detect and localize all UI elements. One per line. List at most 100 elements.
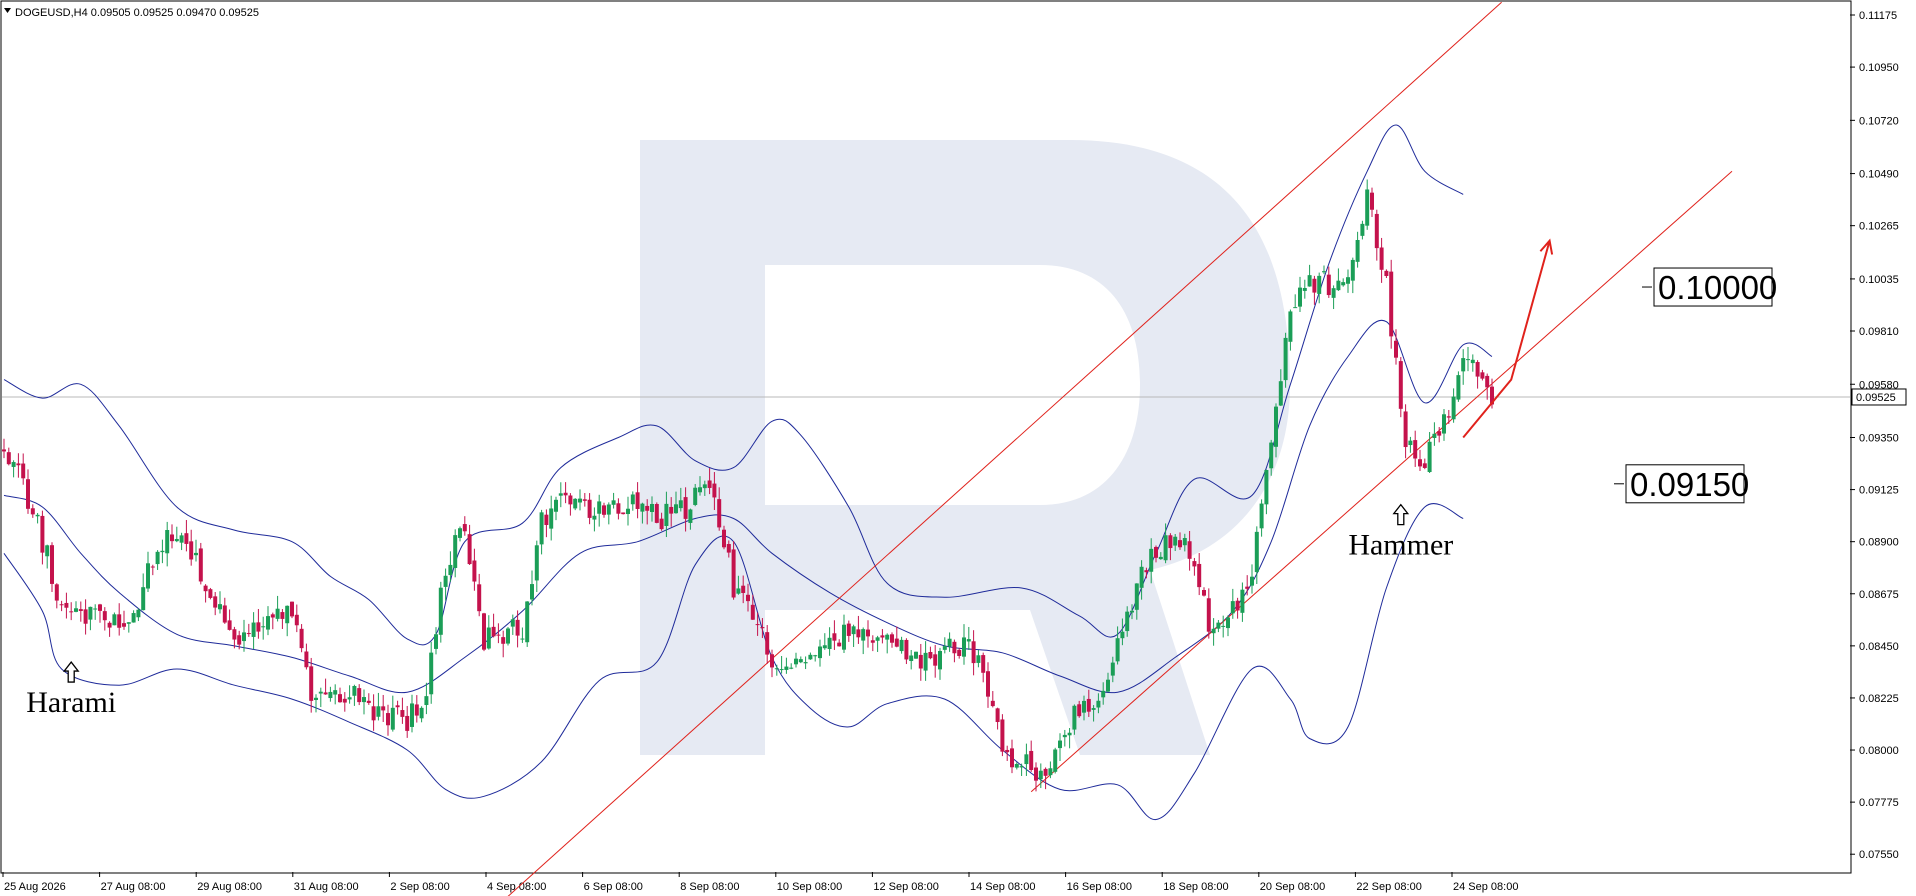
- candle: [837, 639, 842, 647]
- candle: [323, 678, 328, 695]
- candle-body: [966, 639, 971, 642]
- candle: [1341, 278, 1346, 287]
- candle-body: [683, 497, 688, 519]
- candle-body: [554, 499, 558, 512]
- y-tick-label: 0.07775: [1859, 797, 1899, 809]
- candle: [1442, 409, 1446, 441]
- candle: [179, 532, 184, 551]
- candle: [107, 621, 112, 637]
- candle: [894, 626, 899, 648]
- candle-body: [1466, 359, 1470, 361]
- candle-body: [875, 637, 880, 641]
- candle-body: [1058, 740, 1062, 749]
- candle-body: [395, 705, 400, 708]
- candle-body: [1048, 768, 1053, 776]
- price-chart[interactable]: 0.11175 0.10950 0.10720 0.10490 0.10265 0.100…: [0, 0, 1916, 896]
- candle-body: [1293, 307, 1298, 309]
- candle: [218, 591, 222, 614]
- y-tick-label: 0.10720: [1859, 115, 1899, 127]
- candle: [784, 657, 789, 674]
- candle-body: [1451, 396, 1456, 420]
- candle: [635, 482, 640, 519]
- x-tick-label: 31 Aug 08:00: [294, 881, 359, 893]
- candle-body: [1221, 625, 1226, 627]
- candle-body: [414, 704, 419, 716]
- candle-body: [986, 671, 990, 697]
- candle: [117, 603, 122, 636]
- candle: [266, 606, 270, 636]
- candle: [405, 705, 410, 738]
- candle-body: [726, 544, 731, 553]
- candle-body: [6, 452, 11, 465]
- candle-body: [534, 545, 539, 581]
- candle-body: [290, 601, 294, 617]
- candle: [592, 507, 597, 532]
- candle-body: [1120, 631, 1125, 639]
- x-tick-label: 2 Sep 08:00: [390, 881, 449, 893]
- candle-body: [1158, 556, 1163, 560]
- candle-body: [117, 614, 122, 628]
- candle: [798, 656, 803, 664]
- y-tick-label: 0.08900: [1859, 537, 1899, 549]
- candle-body: [40, 515, 45, 553]
- candle-body: [102, 611, 107, 621]
- candle-body: [486, 627, 491, 649]
- candle: [582, 493, 587, 507]
- candle-body: [654, 504, 659, 523]
- candle-body: [822, 645, 827, 649]
- candle-body: [765, 632, 770, 655]
- candle-body: [664, 503, 669, 527]
- candle-body: [1360, 223, 1365, 236]
- y-tick-label: 0.10950: [1859, 62, 1899, 74]
- candle: [1451, 388, 1456, 423]
- candle: [534, 540, 539, 593]
- candle-body: [1374, 213, 1379, 249]
- candle-body: [1326, 274, 1331, 296]
- candle: [1384, 269, 1389, 279]
- current-price-label: 0.09525: [1856, 392, 1896, 404]
- candle-body: [150, 566, 155, 568]
- candle: [1034, 762, 1038, 792]
- candle: [371, 694, 376, 731]
- candle-body: [990, 700, 995, 707]
- candle-body: [1250, 576, 1254, 586]
- candle-body: [712, 483, 717, 498]
- candle: [366, 693, 371, 705]
- candle: [141, 573, 146, 611]
- price-axis: 0.11175 0.10950 0.10720 0.10490 0.10265 0.100…: [1850, 10, 1899, 861]
- candle-body: [1082, 700, 1086, 713]
- candle: [1331, 285, 1336, 310]
- candle: [765, 625, 770, 664]
- collapse-triangle-icon[interactable]: [4, 8, 11, 13]
- y-tick-label: 0.07550: [1859, 849, 1899, 861]
- candle: [64, 592, 69, 619]
- candle-body: [544, 514, 549, 526]
- candle-body: [405, 715, 410, 731]
- candle-body: [299, 628, 304, 649]
- candle: [621, 512, 626, 515]
- candle: [2, 438, 6, 459]
- candle: [472, 548, 477, 591]
- candle-body: [256, 622, 261, 632]
- candle: [93, 604, 98, 620]
- candle-body: [707, 480, 712, 488]
- candle-body: [717, 499, 722, 528]
- candle-body: [472, 560, 477, 582]
- candle: [88, 606, 93, 631]
- candle: [630, 491, 635, 511]
- channel-upper-line: [507, 1, 1502, 896]
- level-0-10000: 0.10000: [1642, 267, 1777, 307]
- candle: [194, 539, 198, 562]
- candle: [453, 529, 458, 578]
- candle-body: [16, 463, 21, 466]
- candle-body: [645, 505, 650, 511]
- candle-body: [794, 658, 798, 665]
- candle: [1370, 187, 1374, 218]
- candle: [875, 635, 880, 652]
- candle: [818, 639, 822, 667]
- candle-body: [390, 707, 395, 730]
- candle-body: [1010, 748, 1014, 768]
- candle: [11, 460, 16, 478]
- candle: [208, 587, 213, 600]
- candle: [338, 687, 342, 703]
